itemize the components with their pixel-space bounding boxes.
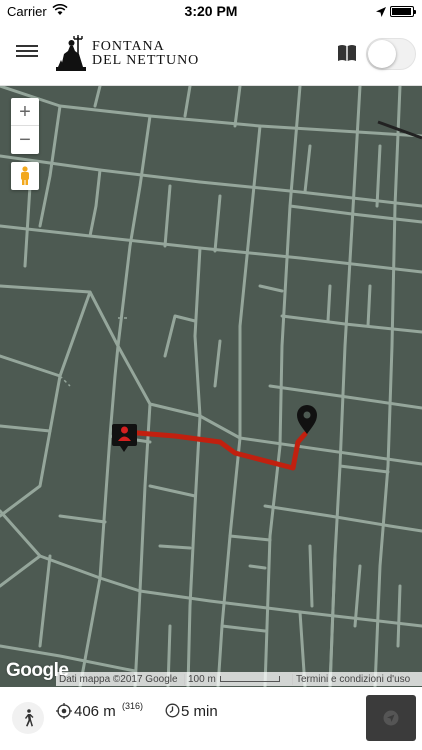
toggle-knob (368, 40, 396, 68)
zoom-in-button[interactable]: + (11, 98, 39, 126)
status-bar: Carrier 3:20 PM (0, 0, 422, 22)
start-person-marker-icon (112, 424, 137, 452)
street-network (0, 86, 422, 687)
zoom-control: + − (11, 98, 39, 154)
target-location-icon (56, 703, 72, 724)
terms-link[interactable]: Termini e condizioni d'uso (292, 673, 410, 685)
app-header: FONTANA DEL NETTUNO (0, 22, 422, 86)
route-line (122, 429, 308, 471)
clock-icon (165, 703, 180, 723)
mode-toggle-switch[interactable] (366, 38, 416, 70)
map-scale: 100 m (184, 673, 292, 685)
zoom-out-button[interactable]: − (11, 126, 39, 154)
map-view[interactable]: + − Google Dati mappa ©2017 Google 100 m… (0, 86, 422, 687)
street-view-pegman-button[interactable] (11, 162, 39, 190)
walking-person-icon (25, 709, 34, 727)
route-info-bar: 406 m (316) 5 min (0, 687, 422, 750)
guide-book-button[interactable] (337, 44, 359, 64)
route-steps-count: (316) (122, 701, 144, 711)
scale-bar (219, 676, 280, 682)
map-data-attribution: Dati mappa ©2017 Google (59, 673, 178, 685)
clock: 3:20 PM (184, 3, 238, 19)
start-navigation-button[interactable] (366, 695, 416, 741)
map-attribution-bar: Dati mappa ©2017 Google 100 m Termini e … (56, 672, 422, 686)
scale-label: 100 m (188, 673, 216, 685)
location-arrow-icon (376, 5, 386, 20)
destination-pin-icon (297, 405, 317, 434)
walking-mode-button[interactable] (12, 702, 44, 734)
neptune-statue-logo-icon (52, 34, 92, 74)
menu-button[interactable] (16, 42, 38, 64)
battery-icon (390, 6, 416, 17)
app-screen: Carrier 3:20 PM FONTANA DEL NETTUNO + − … (0, 0, 422, 750)
app-title-line2: DEL NETTUNO (92, 53, 200, 68)
app-title-line1: FONTANA (92, 39, 165, 54)
navigation-arrow-icon (383, 710, 399, 726)
app-title: FONTANA DEL NETTUNO (92, 40, 199, 68)
pegman-icon (21, 166, 29, 185)
route-duration: 5 min (181, 703, 218, 720)
open-book-icon (338, 45, 356, 61)
route-distance: 406 m (74, 703, 116, 720)
